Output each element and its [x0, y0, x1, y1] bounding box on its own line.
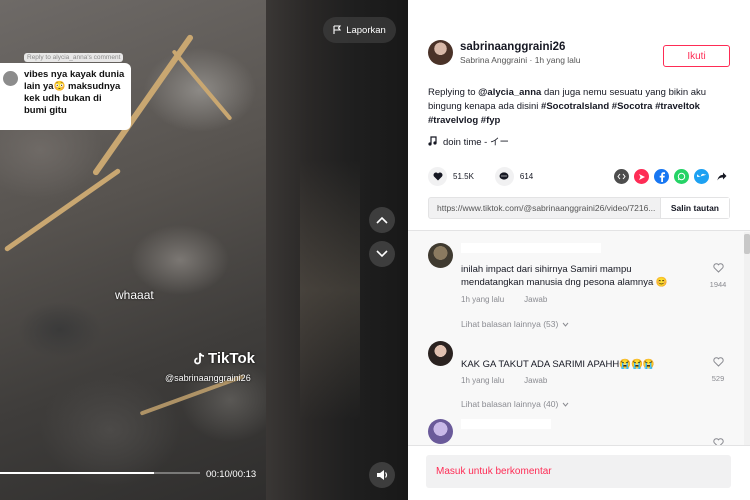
chevron-down-icon: [562, 402, 569, 407]
comment-text: inilah impact dari sihirnya Samiri mampu…: [461, 264, 668, 288]
video-link-url[interactable]: https://www.tiktok.com/@sabrinaanggraini…: [429, 203, 660, 213]
comment-avatar[interactable]: [428, 243, 453, 268]
comment-like-button[interactable]: 1944: [708, 260, 728, 289]
video-twig: [3, 167, 122, 253]
view-more-replies-label: Lihat balasan lainnya (53): [461, 319, 559, 329]
heart-outline-icon: [712, 438, 724, 445]
comment-icon: [499, 172, 509, 180]
comment-like-count: 529: [711, 374, 725, 383]
comment-text: KAK GA TAKUT ADA SARIMI APAHH😭😭😭: [461, 359, 655, 370]
heart-icon: [433, 172, 442, 181]
comments-scrollbar[interactable]: [744, 232, 750, 445]
video-info-panel: sabrinaanggraini26 Sabrina Anggraini · 1…: [408, 0, 750, 500]
author-username[interactable]: sabrinaanggraini26: [460, 41, 581, 53]
embed-icon[interactable]: [614, 169, 629, 184]
comment-time: 1h yang lalu: [461, 376, 505, 385]
video-time: 00:10/00:13: [206, 469, 257, 480]
reply-card-label: Reply to alycia_anna's comment: [24, 53, 124, 62]
previous-video-button[interactable]: [369, 207, 395, 233]
comment-reply-button[interactable]: Jawab: [524, 295, 547, 304]
post-time: 1h yang lalu: [534, 54, 581, 65]
comments-list[interactable]: inilah impact dari sihirnya Samiri mampu…: [408, 230, 750, 445]
reply-comment-card: Reply to alycia_anna's comment vibes nya…: [0, 53, 131, 130]
comment-time: 1h yang lalu: [461, 295, 505, 304]
report-button[interactable]: Laporkan: [323, 17, 396, 43]
comment-input-bar: Masuk untuk berkomentar: [408, 445, 750, 500]
heart-outline-icon: [712, 357, 724, 367]
comments-scroll-thumb[interactable]: [744, 234, 750, 254]
video-player[interactable]: Reply to alycia_anna's comment vibes nya…: [0, 0, 408, 500]
video-link-box: https://www.tiktok.com/@sabrinaanggraini…: [428, 197, 730, 219]
tiktok-note-icon: [194, 352, 205, 364]
comment-reply-button[interactable]: Jawab: [524, 376, 547, 385]
tiktok-watermark-handle: @sabrinaanggraini26: [165, 373, 251, 383]
facebook-icon[interactable]: [654, 169, 669, 184]
author-display-name: Sabrina Anggraini: [460, 54, 528, 65]
view-more-replies[interactable]: Lihat balasan lainnya (40): [461, 399, 569, 409]
chevron-down-icon: [376, 250, 388, 258]
author-subline: Sabrina Anggraini · 1h yang lalu: [460, 55, 581, 65]
report-label: Laporkan: [346, 24, 386, 36]
copy-link-button[interactable]: Salin tautan: [659, 198, 729, 218]
login-to-comment-button[interactable]: Masuk untuk berkomentar: [426, 455, 731, 488]
video-caption-overlay: whaaat: [115, 288, 154, 302]
tiktok-watermark: TikTok: [193, 350, 255, 367]
comment-count: 614: [519, 172, 534, 181]
speaker-icon: [376, 470, 387, 480]
comment-button[interactable]: [494, 167, 514, 186]
comment-avatar[interactable]: [428, 419, 453, 444]
comment-like-button[interactable]: [708, 435, 728, 445]
like-button[interactable]: [428, 167, 447, 186]
description-mention[interactable]: @alycia_anna: [478, 87, 541, 98]
send-icon[interactable]: [634, 169, 649, 184]
twitter-icon[interactable]: [694, 169, 709, 184]
whatsapp-icon[interactable]: [674, 169, 689, 184]
reply-card-text: vibes nya kayak dunia lain ya😳 maksudnya…: [24, 69, 125, 116]
view-more-replies[interactable]: Lihat balasan lainnya (53): [461, 319, 569, 329]
tiktok-watermark-brand: TikTok: [208, 350, 255, 367]
like-count: 51.5K: [453, 172, 474, 181]
comment-like-count: 1944: [709, 280, 727, 289]
author-avatar[interactable]: [428, 40, 453, 65]
heart-outline-icon: [712, 263, 724, 273]
share-icons: [614, 169, 729, 184]
author-block[interactable]: sabrinaanggraini26 Sabrina Anggraini · 1…: [428, 40, 581, 65]
music-link[interactable]: doin time - イー: [428, 134, 509, 148]
reply-card-avatar: [3, 71, 18, 86]
follow-button[interactable]: Ikuti: [663, 45, 730, 67]
video-progress-fill: [0, 472, 154, 474]
share-arrow-icon[interactable]: [714, 169, 729, 184]
engagement-stats: 51.5K 614: [428, 167, 554, 186]
chevron-up-icon: [376, 216, 388, 224]
music-title: doin time - イー: [443, 137, 509, 148]
comment-username-redacted: [461, 243, 601, 253]
flag-icon: [333, 25, 342, 34]
comment-like-button[interactable]: 529: [708, 354, 728, 383]
video-description: Replying to @alycia_anna dan juga nemu s…: [428, 86, 733, 128]
comment-username-redacted: [461, 419, 551, 429]
volume-button[interactable]: [369, 462, 395, 488]
description-prefix: Replying to: [428, 87, 479, 98]
next-video-button[interactable]: [369, 241, 395, 267]
comment-meta: 1h yang lalu Jawab: [461, 295, 547, 304]
comment-avatar[interactable]: [428, 341, 453, 366]
video-twig: [171, 49, 233, 121]
comment-meta: 1h yang lalu Jawab: [461, 376, 547, 385]
video-progress-bar[interactable]: [0, 472, 200, 474]
music-note-icon: [428, 136, 437, 146]
chevron-down-icon: [562, 322, 569, 327]
view-more-replies-label: Lihat balasan lainnya (40): [461, 399, 559, 409]
video-blur-band: [300, 160, 360, 420]
